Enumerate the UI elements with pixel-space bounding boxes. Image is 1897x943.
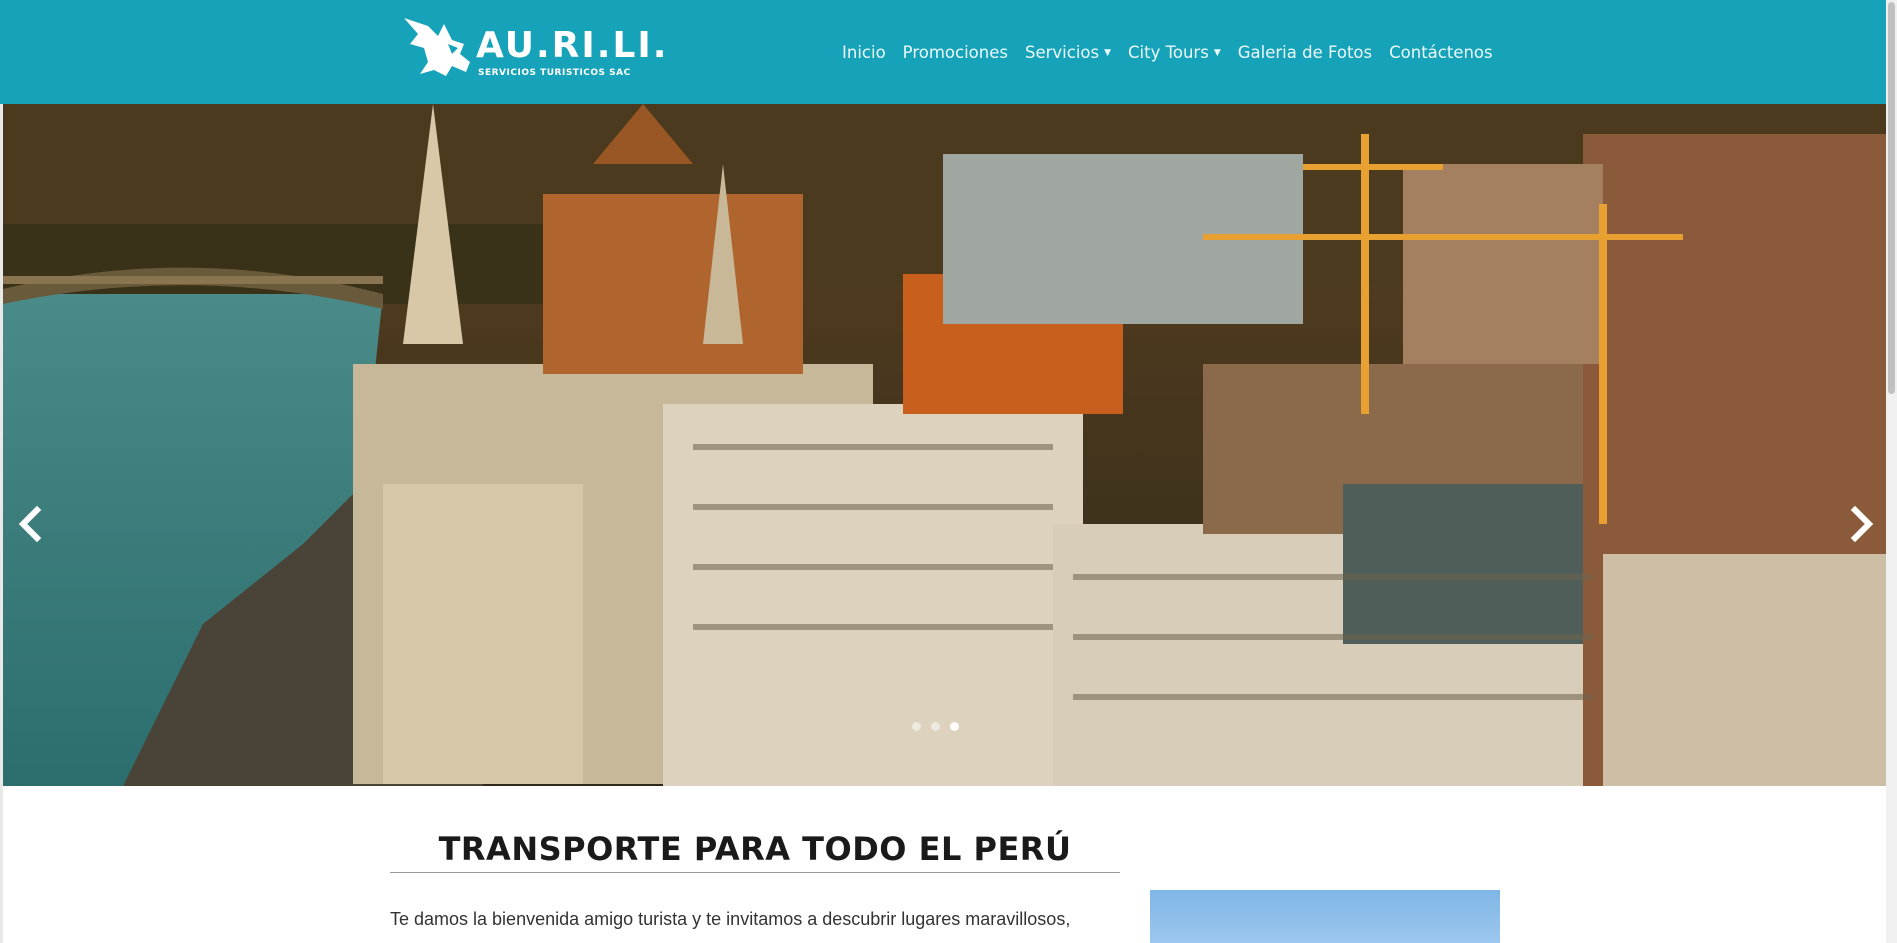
- brand-tagline: SERVICIOS TURISTICOS SAC: [478, 68, 631, 78]
- nav-label: Promociones: [902, 42, 1008, 62]
- nav-servicios-dropdown[interactable]: Servicios ▼: [1025, 43, 1111, 62]
- carousel-prev-button[interactable]: [11, 504, 51, 544]
- page-edge: [0, 104, 3, 943]
- nav-label: City Tours: [1128, 42, 1209, 62]
- carousel-next-button[interactable]: [1841, 504, 1881, 544]
- title-divider: [390, 872, 1120, 873]
- brand-logo[interactable]: AU.RI.LI. SERVICIOS TURISTICOS SAC: [400, 14, 666, 84]
- hero-carousel: [3, 104, 1886, 786]
- city-panorama-image: [3, 104, 1886, 786]
- nav-label: Servicios: [1024, 42, 1100, 62]
- nav-inicio[interactable]: Inicio: [842, 43, 886, 62]
- caret-down-icon: ▼: [1213, 48, 1221, 58]
- section-title: TRANSPORTE PARA TODO EL PERÚ: [438, 830, 1072, 868]
- carousel-indicator-1[interactable]: [912, 722, 921, 731]
- nav-city-tours-dropdown[interactable]: City Tours ▼: [1128, 43, 1221, 62]
- nav-contactenos[interactable]: Contáctenos: [1389, 43, 1493, 62]
- scrollbar-thumb[interactable]: [1888, 2, 1895, 394]
- page-scrollbar[interactable]: [1886, 0, 1897, 943]
- main-menu: Inicio Promociones Servicios ▼ City Tours…: [842, 0, 1510, 104]
- nav-galeria[interactable]: Galeria de Fotos: [1238, 43, 1372, 62]
- chevron-right-icon: [1850, 505, 1874, 543]
- site-header: AU.RI.LI. SERVICIOS TURISTICOS SAC Inici…: [0, 0, 1886, 104]
- nav-label: Contáctenos: [1389, 42, 1493, 62]
- side-photo: [1150, 890, 1500, 943]
- brand-name: AU.RI.LI.: [476, 25, 669, 66]
- carousel-indicator-2[interactable]: [931, 722, 940, 731]
- carousel-indicator-3[interactable]: [950, 722, 959, 731]
- nav-promociones[interactable]: Promociones: [903, 43, 1008, 62]
- intro-paragraph: Te damos la bienvenida amigo turista y t…: [390, 909, 1071, 929]
- eagle-logo-icon: [404, 18, 470, 76]
- caret-down-icon: ▼: [1104, 48, 1112, 58]
- nav-label: Galeria de Fotos: [1237, 42, 1373, 62]
- chevron-left-icon: [18, 505, 42, 543]
- nav-label: Inicio: [842, 42, 886, 62]
- carousel-indicators: [912, 722, 959, 731]
